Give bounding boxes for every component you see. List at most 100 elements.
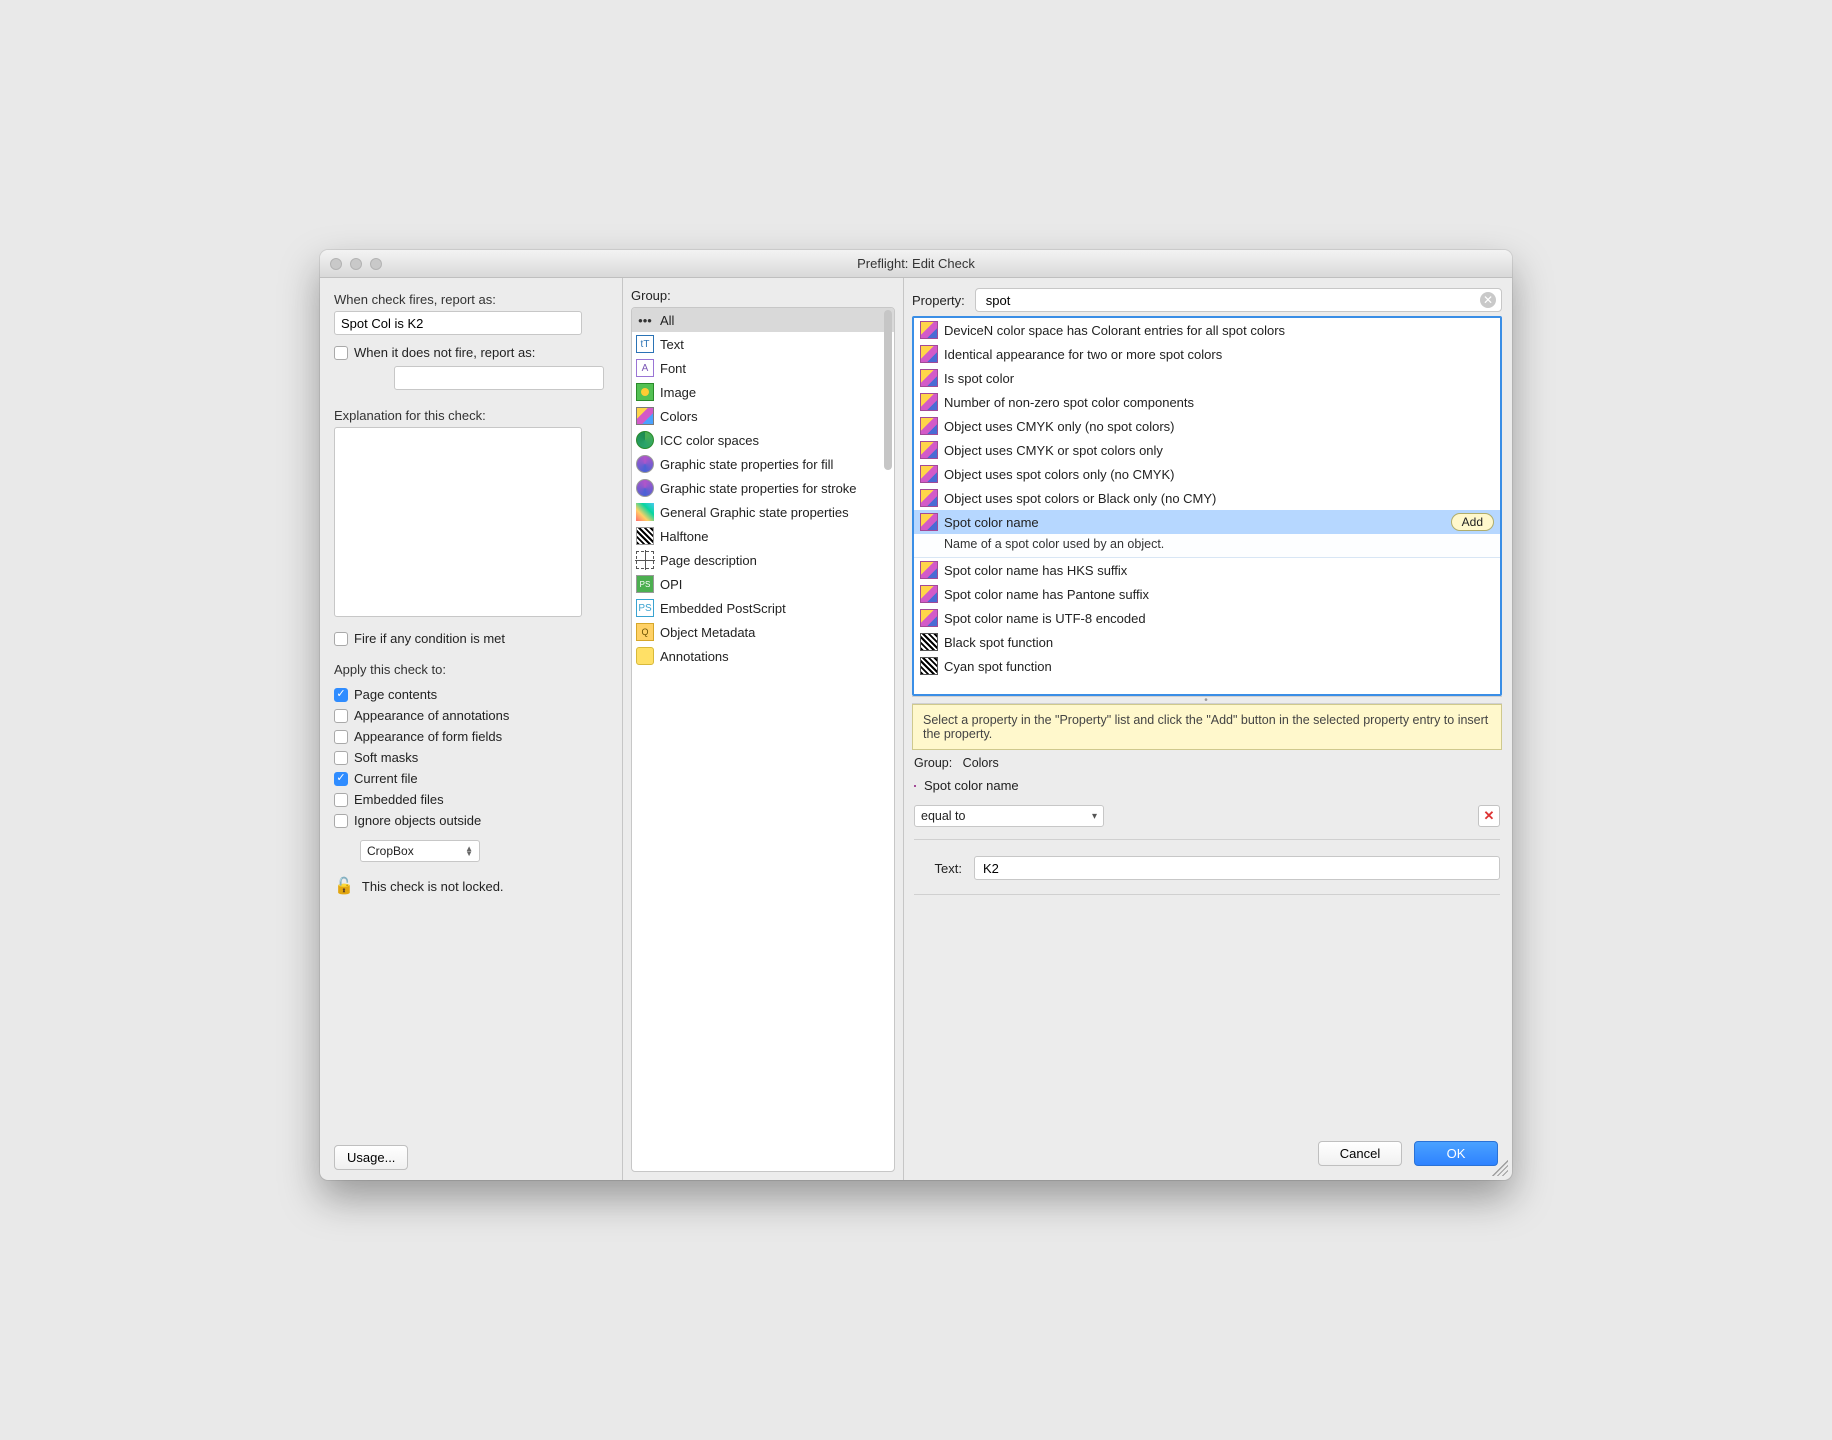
apply-item-checkbox[interactable] — [334, 772, 348, 786]
close-dot[interactable] — [330, 258, 342, 270]
property-listbox[interactable]: DeviceN color space has Colorant entries… — [912, 316, 1502, 696]
ignore-objects-boxtype-select[interactable]: CropBox ▲▼ — [360, 840, 480, 862]
apply-item[interactable]: Page contents — [334, 687, 608, 702]
colors-icon — [920, 441, 938, 459]
zoom-dot[interactable] — [370, 258, 382, 270]
notfire-checkbox[interactable] — [334, 346, 348, 360]
group-item[interactable]: Annotations — [632, 644, 894, 668]
group-item[interactable]: PSOPI — [632, 572, 894, 596]
group-item[interactable]: Page description — [632, 548, 894, 572]
titlebar: Preflight: Edit Check — [320, 250, 1512, 278]
notfire-label: When it does not fire, report as: — [354, 345, 535, 360]
group-item[interactable]: Object Metadata — [632, 620, 894, 644]
resize-grip-icon[interactable] — [1492, 1160, 1508, 1176]
group-item[interactable]: tTText — [632, 332, 894, 356]
property-item[interactable]: Spot color name is UTF-8 encoded — [914, 606, 1500, 630]
property-header: Property: — [912, 293, 965, 308]
fire-any-checkbox[interactable] — [334, 632, 348, 646]
property-item[interactable]: DeviceN color space has Colorant entries… — [914, 318, 1500, 342]
fire-any-label: Fire if any condition is met — [354, 631, 505, 646]
property-item[interactable]: Cyan spot function — [914, 654, 1500, 678]
colors-icon — [920, 465, 938, 483]
general-icon — [636, 503, 654, 521]
group-listbox[interactable]: ••• All tTTextAFontImageColorsICC color sp… — [631, 307, 895, 1172]
img-icon — [636, 383, 654, 401]
property-item-label: Is spot color — [944, 371, 1014, 386]
apply-item-checkbox[interactable] — [334, 730, 348, 744]
window-title: Preflight: Edit Check — [320, 256, 1512, 271]
property-search-input[interactable] — [975, 288, 1502, 312]
property-item[interactable]: Spot color name has HKS suffix — [914, 558, 1500, 582]
horizontal-grip[interactable]: • — [912, 696, 1502, 704]
apply-item-checkbox[interactable] — [334, 709, 348, 723]
explanation-textarea[interactable] — [334, 427, 582, 617]
property-item[interactable]: Object uses spot colors only (no CMYK) — [914, 462, 1500, 486]
cond-text-label: Text: — [914, 861, 962, 876]
apply-item[interactable]: Current file — [334, 771, 608, 786]
group-item[interactable]: Colors — [632, 404, 894, 428]
apply-item-label: Ignore objects outside — [354, 813, 481, 828]
report-as-label: When check fires, report as: — [334, 292, 608, 307]
pagedesc-icon — [636, 551, 654, 569]
cond-operator-select[interactable]: equal to ▾ — [914, 805, 1104, 827]
apply-item-checkbox[interactable] — [334, 793, 348, 807]
property-item[interactable]: Is spot color — [914, 366, 1500, 390]
property-search: ✕ — [975, 288, 1502, 312]
property-item-description: Name of a spot color used by an object. — [914, 534, 1500, 558]
group-item-label: General Graphic state properties — [660, 505, 849, 520]
font-icon: A — [636, 359, 654, 377]
meta-icon — [636, 623, 654, 641]
group-item[interactable]: PSEmbedded PostScript — [632, 596, 894, 620]
usage-button[interactable]: Usage... — [334, 1145, 408, 1170]
add-property-button[interactable]: Add — [1451, 513, 1494, 531]
apply-item[interactable]: Appearance of annotations — [334, 708, 608, 723]
caret-icon: ▾ — [1092, 811, 1097, 822]
ok-button[interactable]: OK — [1414, 1141, 1498, 1166]
apply-item-checkbox[interactable] — [334, 688, 348, 702]
property-item[interactable]: Identical appearance for two or more spo… — [914, 342, 1500, 366]
apply-item-checkbox[interactable] — [334, 814, 348, 828]
apply-item[interactable]: Ignore objects outside — [334, 813, 608, 828]
group-item[interactable]: ICC color spaces — [632, 428, 894, 452]
dialog-window: Preflight: Edit Check When check fires, … — [320, 250, 1512, 1180]
clear-search-icon[interactable]: ✕ — [1480, 292, 1496, 308]
apply-item-checkbox[interactable] — [334, 751, 348, 765]
group-item[interactable]: Graphic state properties for fill — [632, 452, 894, 476]
cancel-button[interactable]: Cancel — [1318, 1141, 1402, 1166]
group-item[interactable]: AFont — [632, 356, 894, 380]
notfire-input[interactable] — [394, 366, 604, 390]
none-icon: ••• — [636, 311, 654, 329]
group-item[interactable]: Graphic state properties for stroke — [632, 476, 894, 500]
lock-icon: 🔓 — [334, 876, 354, 896]
apply-item-label: Current file — [354, 771, 418, 786]
group-item-label: Object Metadata — [660, 625, 755, 640]
apply-to-label: Apply this check to: — [334, 662, 608, 677]
property-item[interactable]: Object uses CMYK only (no spot colors) — [914, 414, 1500, 438]
property-item-label: Spot color name has Pantone suffix — [944, 587, 1149, 602]
colors-icon — [920, 393, 938, 411]
property-item[interactable]: Spot color name has Pantone suffix — [914, 582, 1500, 606]
property-item[interactable]: Object uses CMYK or spot colors only — [914, 438, 1500, 462]
apply-item[interactable]: Appearance of form fields — [334, 729, 608, 744]
report-as-input[interactable] — [334, 311, 582, 335]
property-item[interactable]: Number of non-zero spot color components — [914, 390, 1500, 414]
apply-item[interactable]: Soft masks — [334, 750, 608, 765]
cond-delete-button[interactable]: ✕ — [1478, 805, 1500, 827]
minimize-dot[interactable] — [350, 258, 362, 270]
property-item-label: Object uses spot colors only (no CMYK) — [944, 467, 1174, 482]
cond-text-input[interactable] — [974, 856, 1500, 880]
property-item[interactable]: Spot color nameAdd — [914, 510, 1500, 534]
group-item[interactable]: Halftone — [632, 524, 894, 548]
property-item-label: Object uses CMYK only (no spot colors) — [944, 419, 1174, 434]
group-item-label: Graphic state properties for fill — [660, 457, 833, 472]
apply-item-label: Embedded files — [354, 792, 444, 807]
group-item[interactable]: ••• All — [632, 308, 894, 332]
group-item[interactable]: General Graphic state properties — [632, 500, 894, 524]
lock-status-label: This check is not locked. — [362, 879, 504, 894]
property-item[interactable]: Object uses spot colors or Black only (n… — [914, 486, 1500, 510]
apply-item[interactable]: Embedded files — [334, 792, 608, 807]
group-item-label: All — [660, 313, 674, 328]
group-scrollbar[interactable] — [884, 310, 892, 470]
group-item[interactable]: Image — [632, 380, 894, 404]
property-item[interactable]: Black spot function — [914, 630, 1500, 654]
